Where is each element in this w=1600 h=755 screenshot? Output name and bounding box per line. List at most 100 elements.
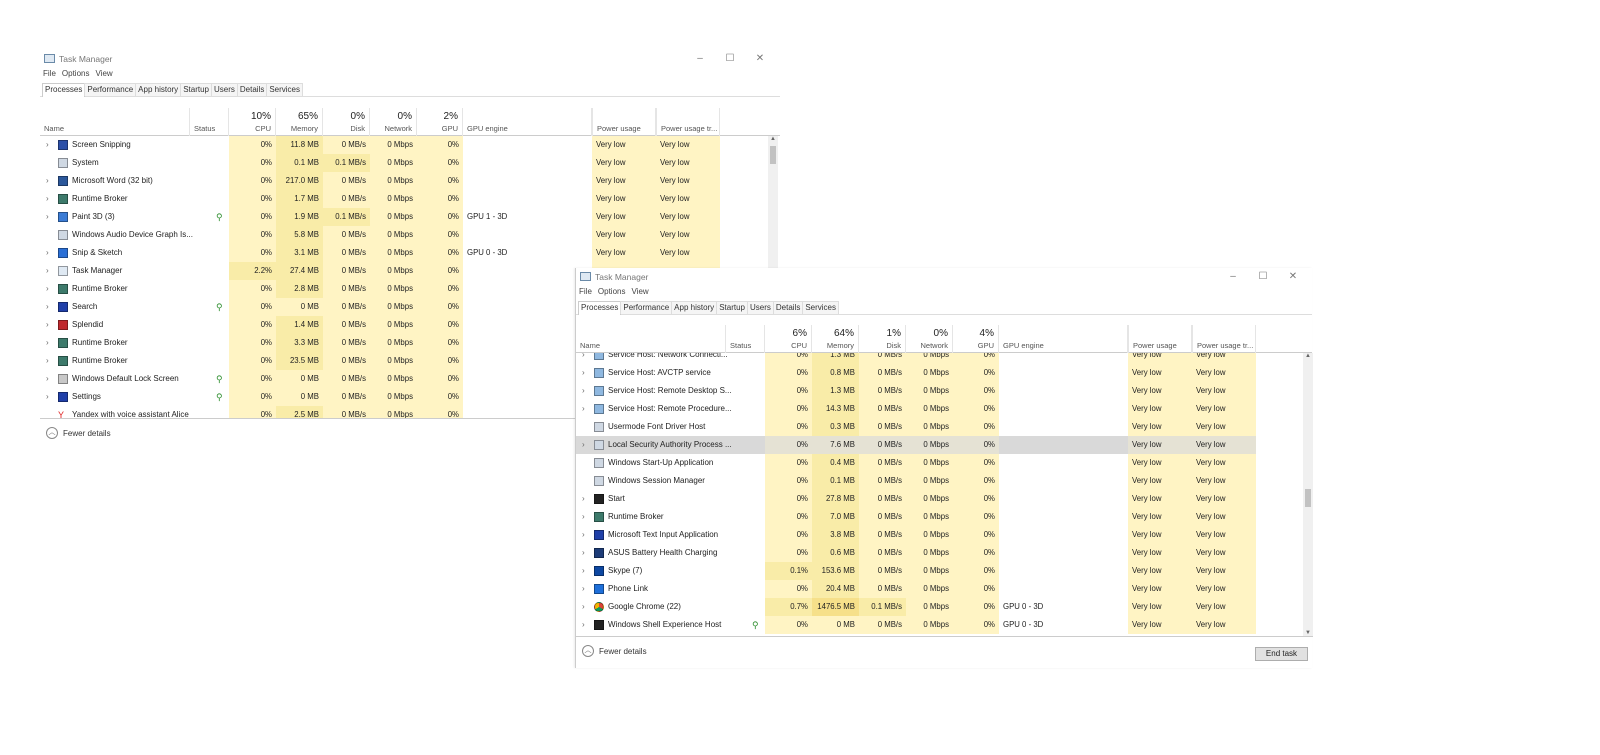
process-row[interactable]: Windows Audio Device Graph Is... 0% 5.8 MB… xyxy=(40,226,720,244)
expand-chevron-icon[interactable]: › xyxy=(582,353,585,364)
expand-chevron-icon[interactable]: › xyxy=(582,508,585,526)
process-row[interactable]: › Microsoft Word (32 bit) 0% 217.0 MB 0 MB/s… xyxy=(40,172,720,190)
column-status[interactable]: Status xyxy=(726,325,765,353)
expand-chevron-icon[interactable]: › xyxy=(582,544,585,562)
menu-file[interactable]: File xyxy=(43,69,56,81)
expand-chevron-icon[interactable]: › xyxy=(582,382,585,400)
tab-startup[interactable]: Startup xyxy=(180,83,212,96)
process-row[interactable]: › Screen Snipping 0% 11.8 MB 0 MB/s 0 Mbps 0% V… xyxy=(40,136,720,154)
tab-processes[interactable]: Processes xyxy=(578,301,622,315)
menu-options[interactable]: Options xyxy=(598,287,626,299)
column-engine[interactable]: GPU engine xyxy=(999,325,1128,353)
tab-app-history[interactable]: App history xyxy=(135,83,182,96)
process-row[interactable]: › Windows Shell Experience Host ⚲ 0% 0 MB 0 M… xyxy=(576,616,1256,634)
menu-view[interactable]: View xyxy=(95,69,112,81)
column-status[interactable]: Status xyxy=(190,108,229,136)
process-row[interactable]: Windows Start-Up Application 0% 0.4 MB 0 MB… xyxy=(576,454,1256,472)
tab-users[interactable]: Users xyxy=(210,83,238,96)
column-engine[interactable]: GPU engine xyxy=(463,108,592,136)
column-trend[interactable]: Power usage tr... xyxy=(656,108,720,136)
expand-chevron-icon[interactable]: › xyxy=(46,172,49,190)
expand-chevron-icon[interactable]: › xyxy=(582,580,585,598)
menu-view[interactable]: View xyxy=(631,287,648,299)
process-row[interactable]: › Service Host: AVCTP service 0% 0.8 MB 0 MB… xyxy=(576,364,1256,382)
end-task-button[interactable]: End task xyxy=(1255,647,1308,661)
expand-chevron-icon[interactable]: › xyxy=(46,316,49,334)
process-row[interactable]: › Service Host: Remote Procedure... 0% 14.3… xyxy=(576,400,1256,418)
close-button[interactable]: ✕ xyxy=(753,52,767,66)
process-row[interactable]: › Paint 3D (3) ⚲ 0% 1.9 MB 0.1 MB/s 0 Mbps 0% GP… xyxy=(40,208,720,226)
column-cpu[interactable]: 6% CPU xyxy=(765,325,812,353)
expand-chevron-icon[interactable]: › xyxy=(582,526,585,544)
expand-chevron-icon[interactable]: › xyxy=(46,280,49,298)
minimize-button[interactable]: – xyxy=(693,52,707,66)
process-row[interactable]: › Runtime Broker 0% 1.7 MB 0 MB/s 0 Mbps 0% Ver… xyxy=(40,190,720,208)
process-row[interactable]: › Microsoft Text Input Application 0% 3.8 M… xyxy=(576,526,1256,544)
column-gpu[interactable]: 2% GPU xyxy=(417,108,463,136)
process-row[interactable]: › Snip & Sketch 0% 3.1 MB 0 MB/s 0 Mbps 0% GPU … xyxy=(40,244,720,262)
column-cpu[interactable]: 10% CPU xyxy=(229,108,276,136)
maximize-button[interactable]: ☐ xyxy=(723,52,737,66)
expand-chevron-icon[interactable]: › xyxy=(46,298,49,316)
scroll-up-arrow-icon[interactable]: ▲ xyxy=(1303,353,1313,359)
process-row[interactable]: › Service Host: Network Connecti... 0% 1.3 … xyxy=(576,353,1256,364)
column-mem[interactable]: 65% Memory xyxy=(276,108,323,136)
fewer-details-button[interactable]: ︿ Fewer details xyxy=(46,427,111,439)
fewer-details-button[interactable]: ︿ Fewer details xyxy=(582,645,647,657)
process-row[interactable]: › Runtime Broker 0% 7.0 MB 0 MB/s 0 Mbps 0% Ver… xyxy=(576,508,1256,526)
expand-chevron-icon[interactable]: › xyxy=(46,262,49,280)
tab-startup[interactable]: Startup xyxy=(716,301,748,314)
scrollbar-thumb[interactable] xyxy=(1305,489,1311,507)
column-power[interactable]: Power usage xyxy=(592,108,656,136)
column-disk[interactable]: 1% Disk xyxy=(859,325,906,353)
tab-details[interactable]: Details xyxy=(772,301,804,314)
column-net[interactable]: 0% Network xyxy=(370,108,417,136)
expand-chevron-icon[interactable]: › xyxy=(46,388,49,406)
maximize-button[interactable]: ☐ xyxy=(1256,270,1270,284)
column-trend[interactable]: Power usage tr... xyxy=(1192,325,1256,353)
column-mem[interactable]: 64% Memory xyxy=(812,325,859,353)
process-row[interactable]: › Local Security Authority Process ... 0% 7… xyxy=(576,436,1256,454)
process-row[interactable]: Windows Session Manager 0% 0.1 MB 0 MB/s 0 M… xyxy=(576,472,1256,490)
process-row[interactable]: › Service Host: Remote Desktop S... 0% 1.3 … xyxy=(576,382,1256,400)
expand-chevron-icon[interactable]: › xyxy=(582,616,585,634)
expand-chevron-icon[interactable]: › xyxy=(582,598,585,616)
expand-chevron-icon[interactable]: › xyxy=(46,136,49,154)
column-net[interactable]: 0% Network xyxy=(906,325,953,353)
expand-chevron-icon[interactable]: › xyxy=(46,334,49,352)
expand-chevron-icon[interactable]: › xyxy=(46,190,49,208)
expand-chevron-icon[interactable]: › xyxy=(46,352,49,370)
expand-chevron-icon[interactable]: › xyxy=(582,400,585,418)
column-disk[interactable]: 0% Disk xyxy=(323,108,370,136)
vertical-scrollbar[interactable]: ▲▼ xyxy=(1303,353,1313,636)
menu-file[interactable]: File xyxy=(579,287,592,299)
minimize-button[interactable]: – xyxy=(1226,270,1240,284)
expand-chevron-icon[interactable]: › xyxy=(46,208,49,226)
scroll-up-arrow-icon[interactable]: ▲ xyxy=(768,136,778,142)
process-row[interactable]: › Skype (7) 0.1% 153.6 MB 0 MB/s 0 Mbps 0% Very… xyxy=(576,562,1256,580)
column-power[interactable]: Power usage xyxy=(1128,325,1192,353)
process-row[interactable]: › ASUS Battery Health Charging 0% 0.6 MB 0 M… xyxy=(576,544,1256,562)
tab-performance[interactable]: Performance xyxy=(620,301,673,314)
expand-chevron-icon[interactable]: › xyxy=(46,370,49,388)
tab-services[interactable]: Services xyxy=(266,83,304,96)
scrollbar-thumb[interactable] xyxy=(770,146,776,164)
process-row[interactable]: › Phone Link 0% 20.4 MB 0 MB/s 0 Mbps 0% Very l… xyxy=(576,580,1256,598)
process-row[interactable]: System 0% 0.1 MB 0.1 MB/s 0 Mbps 0% Very low Ve… xyxy=(40,154,720,172)
process-row[interactable]: › Google Chrome (22) 0.7% 1476.5 MB 0.1 MB/s… xyxy=(576,598,1256,616)
expand-chevron-icon[interactable]: › xyxy=(582,364,585,382)
expand-chevron-icon[interactable]: › xyxy=(582,562,585,580)
tab-users[interactable]: Users xyxy=(746,301,774,314)
tab-services[interactable]: Services xyxy=(802,301,840,314)
expand-chevron-icon[interactable]: › xyxy=(582,436,585,454)
process-row[interactable]: Usermode Font Driver Host 0% 0.3 MB 0 MB/s 0… xyxy=(576,418,1256,436)
expand-chevron-icon[interactable]: › xyxy=(582,490,585,508)
menu-options[interactable]: Options xyxy=(62,69,90,81)
column-gpu[interactable]: 4% GPU xyxy=(953,325,999,353)
process-row[interactable]: › Start 0% 27.8 MB 0 MB/s 0 Mbps 0% Very low Ver… xyxy=(576,490,1256,508)
column-name[interactable]: Name xyxy=(40,108,190,136)
column-name[interactable]: Name xyxy=(576,325,726,353)
tab-performance[interactable]: Performance xyxy=(84,83,137,96)
tab-app-history[interactable]: App history xyxy=(671,301,718,314)
tab-processes[interactable]: Processes xyxy=(42,83,86,97)
